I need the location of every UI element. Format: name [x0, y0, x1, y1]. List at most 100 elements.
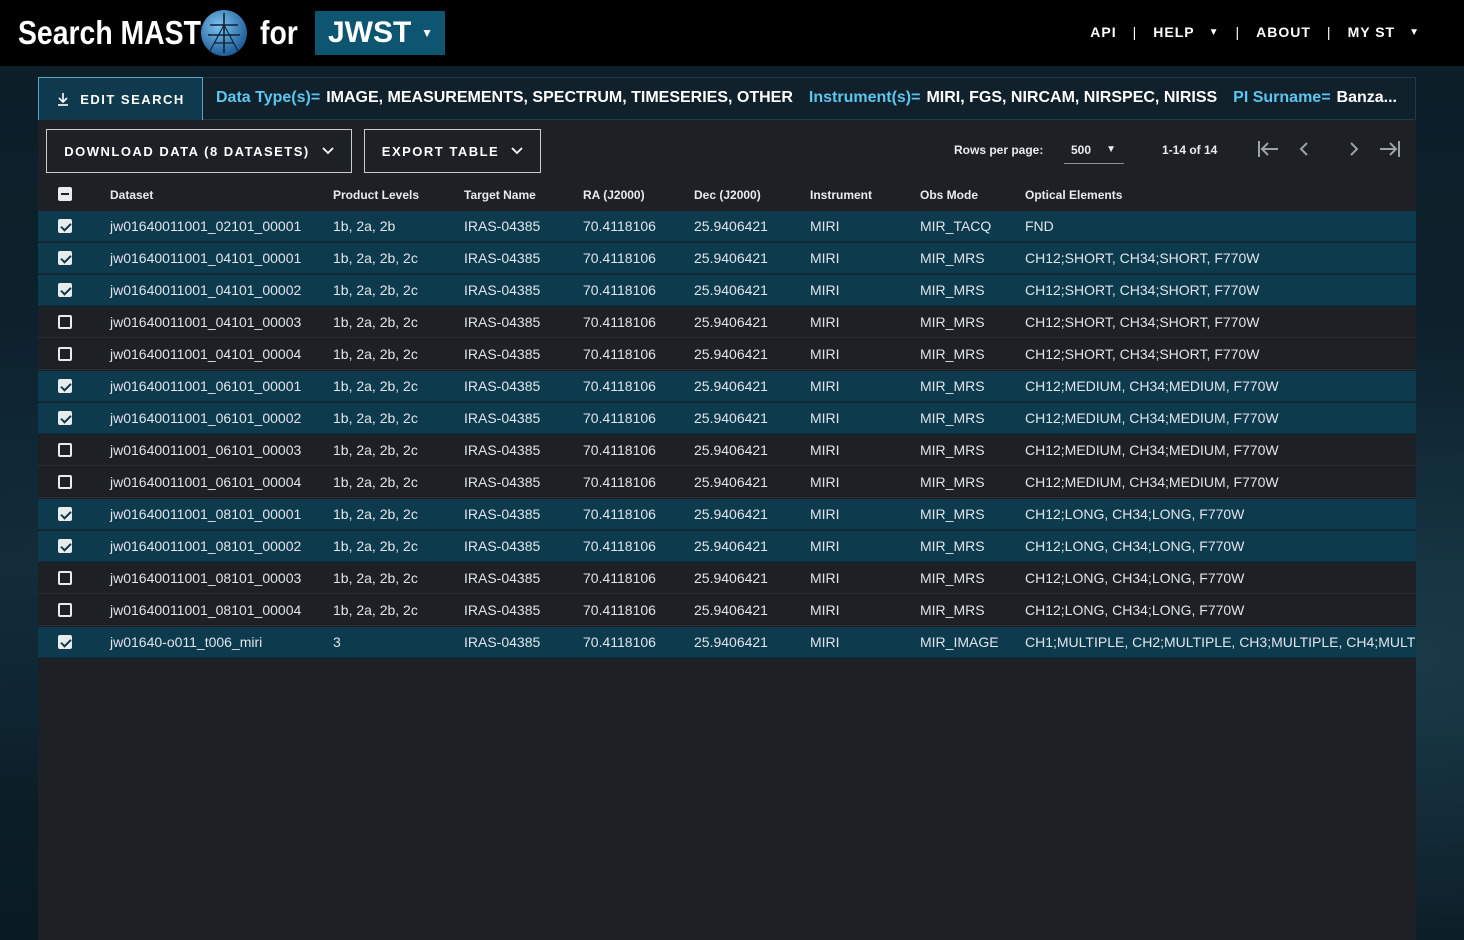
column-header-ra[interactable]: RA (J2000) [583, 188, 645, 202]
table-row[interactable]: jw01640-o011_t006_miri 3 IRAS-04385 70.4118… [38, 627, 1416, 658]
cell-instrument: MIRI [810, 250, 840, 266]
mission-select[interactable]: JWST ▼ [315, 11, 445, 55]
cell-ra: 70.4118106 [583, 442, 656, 458]
cell-instrument: MIRI [810, 282, 840, 298]
nav-api[interactable]: API [1090, 24, 1116, 40]
cell-product-levels: 1b, 2a, 2b, 2c [333, 314, 418, 330]
cell-instrument: MIRI [810, 506, 840, 522]
cell-target-name: IRAS-04385 [464, 442, 541, 458]
select-all-checkbox[interactable] [58, 187, 72, 201]
cell-obs-mode: MIR_IMAGE [920, 634, 999, 650]
cell-obs-mode: MIR_MRS [920, 602, 985, 618]
cell-dataset: jw01640011001_08101_00004 [110, 602, 302, 618]
cell-ra: 70.4118106 [583, 506, 656, 522]
row-checkbox[interactable] [58, 475, 72, 489]
row-checkbox[interactable] [58, 443, 72, 457]
nav-my-st-label: MY ST [1347, 24, 1396, 40]
cell-optical-elements: CH1;MULTIPLE, CH2;MULTIPLE, CH3;MULTIPLE… [1025, 634, 1416, 650]
cell-dec: 25.9406421 [694, 346, 768, 362]
cell-instrument: MIRI [810, 538, 840, 554]
row-checkbox[interactable] [58, 411, 72, 425]
cell-instrument: MIRI [810, 570, 840, 586]
cell-optical-elements: CH12;MEDIUM, CH34;MEDIUM, F770W [1025, 442, 1279, 458]
table-row[interactable]: jw01640011001_04101_00003 1b, 2a, 2b, 2c I… [38, 307, 1416, 338]
first-page-icon[interactable] [1256, 138, 1280, 160]
nav-separator: | [1326, 24, 1332, 40]
cell-obs-mode: MIR_MRS [920, 250, 985, 266]
row-checkbox[interactable] [58, 219, 72, 233]
nav-help[interactable]: HELP ▼ [1153, 24, 1219, 40]
row-checkbox[interactable] [58, 539, 72, 553]
table-row[interactable]: jw01640011001_06101_00003 1b, 2a, 2b, 2c I… [38, 435, 1416, 466]
cell-product-levels: 1b, 2a, 2b, 2c [333, 506, 418, 522]
row-checkbox[interactable] [58, 347, 72, 361]
next-page-icon[interactable] [1346, 138, 1362, 160]
criteria-key: PI Surname= [1233, 89, 1331, 106]
cell-ra: 70.4118106 [583, 602, 656, 618]
mission-select-value: JWST [328, 16, 412, 49]
cell-instrument: MIRI [810, 378, 840, 394]
cell-instrument: MIRI [810, 218, 840, 234]
download-data-button[interactable]: DOWNLOAD DATA (8 DATASETS) [46, 129, 352, 173]
table-row[interactable]: jw01640011001_06101_00002 1b, 2a, 2b, 2c I… [38, 403, 1416, 434]
last-page-icon[interactable] [1378, 138, 1402, 160]
column-header-instrument[interactable]: Instrument [810, 188, 872, 202]
cell-instrument: MIRI [810, 602, 840, 618]
row-checkbox[interactable] [58, 283, 72, 297]
table-row[interactable]: jw01640011001_04101_00001 1b, 2a, 2b, 2c I… [38, 243, 1416, 274]
cell-optical-elements: CH12;SHORT, CH34;SHORT, F770W [1025, 346, 1260, 362]
nav-about[interactable]: ABOUT [1256, 24, 1311, 40]
prev-page-icon[interactable] [1296, 138, 1312, 160]
export-table-button[interactable]: EXPORT TABLE [364, 129, 541, 173]
table-row[interactable]: jw01640011001_08101_00004 1b, 2a, 2b, 2c I… [38, 595, 1416, 626]
cell-dec: 25.9406421 [694, 506, 768, 522]
table-row[interactable]: jw01640011001_02101_00001 1b, 2a, 2b IRAS-… [38, 211, 1416, 242]
criteria-value: MIRI, FGS, NIRCAM, NIRSPEC, NIRISS [926, 89, 1218, 106]
row-checkbox[interactable] [58, 251, 72, 265]
table-row[interactable]: jw01640011001_06101_00001 1b, 2a, 2b, 2c I… [38, 371, 1416, 402]
column-header-product-levels[interactable]: Product Levels [333, 188, 419, 202]
cell-optical-elements: CH12;LONG, CH34;LONG, F770W [1025, 570, 1245, 586]
cell-target-name: IRAS-04385 [464, 314, 541, 330]
column-header-optical-elements[interactable]: Optical Elements [1025, 188, 1122, 202]
table-row[interactable]: jw01640011001_08101_00002 1b, 2a, 2b, 2c I… [38, 531, 1416, 562]
cell-dec: 25.9406421 [694, 282, 768, 298]
cell-optical-elements: CH12;LONG, CH34;LONG, F770W [1025, 506, 1245, 522]
table-row[interactable]: jw01640011001_04101_00002 1b, 2a, 2b, 2c I… [38, 275, 1416, 306]
cell-dataset: jw01640011001_08101_00001 [110, 506, 302, 522]
cell-optical-elements: CH12;LONG, CH34;LONG, F770W [1025, 602, 1245, 618]
cell-optical-elements: CH12;SHORT, CH34;SHORT, F770W [1025, 282, 1260, 298]
column-header-target-name[interactable]: Target Name [464, 188, 536, 202]
cell-instrument: MIRI [810, 346, 840, 362]
cell-dataset: jw01640011001_04101_00002 [110, 282, 302, 298]
nav-about-label: ABOUT [1256, 24, 1311, 40]
table-row[interactable]: jw01640011001_04101_00004 1b, 2a, 2b, 2c I… [38, 339, 1416, 370]
cell-product-levels: 1b, 2a, 2b, 2c [333, 602, 418, 618]
row-checkbox[interactable] [58, 379, 72, 393]
row-checkbox[interactable] [58, 603, 72, 617]
column-header-dec[interactable]: Dec (J2000) [694, 188, 761, 202]
rows-per-page-select[interactable]: 500 ▼ [1064, 136, 1124, 164]
cell-instrument: MIRI [810, 474, 840, 490]
row-checkbox[interactable] [58, 635, 72, 649]
rows-per-page-value: 500 [1071, 143, 1092, 157]
cell-target-name: IRAS-04385 [464, 250, 541, 266]
cell-ra: 70.4118106 [583, 570, 656, 586]
cell-dataset: jw01640011001_06101_00004 [110, 474, 302, 490]
row-checkbox[interactable] [58, 571, 72, 585]
table-row[interactable]: jw01640011001_08101_00003 1b, 2a, 2b, 2c I… [38, 563, 1416, 594]
nav-my-st[interactable]: MY ST ▼ [1348, 24, 1420, 40]
cell-obs-mode: MIR_MRS [920, 570, 985, 586]
cell-target-name: IRAS-04385 [464, 570, 541, 586]
cell-target-name: IRAS-04385 [464, 634, 541, 650]
table-row[interactable]: jw01640011001_06101_00004 1b, 2a, 2b, 2c I… [38, 467, 1416, 498]
row-checkbox[interactable] [58, 507, 72, 521]
edit-search-button[interactable]: EDIT SEARCH [38, 77, 203, 121]
header-bar: Search MAST for JWST ▼ API | HELP ▼ | ABO… [0, 0, 1464, 66]
table-row[interactable]: jw01640011001_08101_00001 1b, 2a, 2b, 2c I… [38, 499, 1416, 530]
cell-dataset: jw01640011001_04101_00001 [110, 250, 302, 266]
column-header-obs-mode[interactable]: Obs Mode [920, 188, 978, 202]
caret-down-icon: ▼ [1208, 26, 1220, 38]
row-checkbox[interactable] [58, 315, 72, 329]
column-header-dataset[interactable]: Dataset [110, 188, 153, 202]
